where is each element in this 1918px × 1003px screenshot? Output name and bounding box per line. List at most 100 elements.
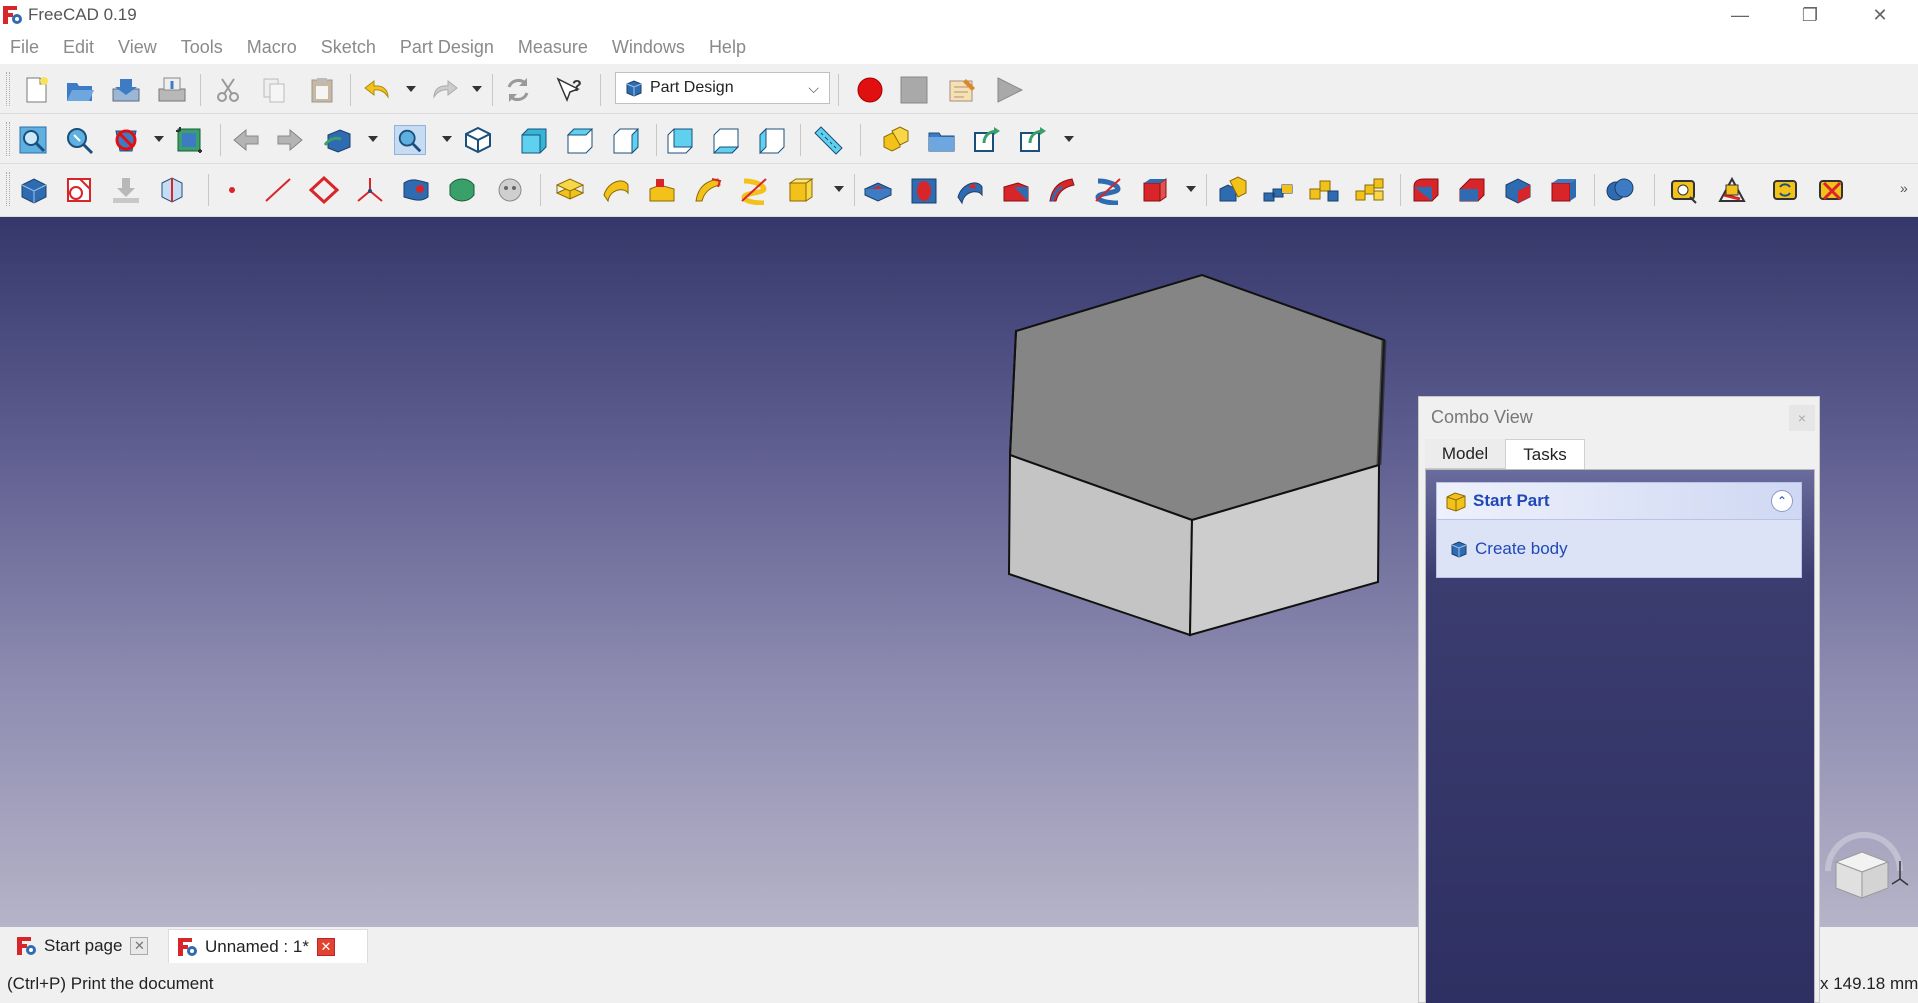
bottom-view-icon[interactable] — [710, 125, 742, 155]
tab-unnamed-document[interactable]: Unnamed : 1* ✕ — [168, 929, 368, 963]
datum-line-icon[interactable] — [262, 175, 294, 205]
menu-measure[interactable]: Measure — [518, 37, 588, 58]
menu-macro[interactable]: Macro — [247, 37, 297, 58]
draw-style-dropdown[interactable] — [154, 136, 164, 142]
link-icon[interactable] — [972, 125, 1004, 155]
menu-part-design[interactable]: Part Design — [400, 37, 494, 58]
create-sketch-icon[interactable] — [64, 175, 96, 205]
std-views-icon[interactable] — [322, 125, 354, 155]
measure-refresh-icon[interactable] — [1770, 175, 1802, 205]
subtractive-loft-icon[interactable] — [1000, 175, 1032, 205]
stop-macro-icon[interactable] — [898, 75, 930, 105]
boolean-icon[interactable] — [1604, 175, 1636, 205]
additive-helix-icon[interactable] — [738, 175, 770, 205]
tab-start-page[interactable]: Start page ✕ — [8, 929, 158, 963]
rear-view-icon[interactable] — [664, 125, 696, 155]
save-icon[interactable] — [110, 75, 142, 105]
subtractive-primitive-icon[interactable] — [1140, 175, 1172, 205]
zoom-dropdown[interactable] — [442, 136, 452, 142]
new-document-icon[interactable] — [20, 75, 52, 105]
subtractive-primitive-dropdown[interactable] — [1186, 186, 1196, 192]
copy-icon[interactable] — [258, 75, 290, 105]
redo-dropdown[interactable] — [472, 86, 482, 92]
group-icon[interactable] — [926, 125, 958, 155]
minimize-button[interactable]: — — [1705, 0, 1775, 30]
toolbar-overflow-icon[interactable]: » — [1900, 180, 1908, 196]
linear-pattern-icon[interactable] — [1262, 175, 1294, 205]
menu-help[interactable]: Help — [709, 37, 746, 58]
shape-binder-icon[interactable] — [156, 175, 188, 205]
link-actions-icon[interactable] — [1018, 125, 1050, 155]
close-tab-button[interactable]: ✕ — [130, 937, 149, 955]
close-panel-button[interactable]: × — [1789, 405, 1815, 431]
multi-transform-icon[interactable] — [1354, 175, 1386, 205]
undo-dropdown[interactable] — [406, 86, 416, 92]
pocket-icon[interactable] — [862, 175, 894, 205]
measure-clear-icon[interactable] — [1816, 175, 1848, 205]
additive-pipe-icon[interactable] — [692, 175, 724, 205]
additive-loft-icon[interactable] — [646, 175, 678, 205]
bounding-box-icon[interactable] — [174, 125, 206, 155]
local-cs-icon[interactable] — [354, 175, 386, 205]
execute-macro-icon[interactable] — [994, 75, 1026, 105]
menu-edit[interactable]: Edit — [63, 37, 94, 58]
validate-sketch-icon[interactable] — [110, 175, 142, 205]
isometric-icon[interactable] — [462, 125, 494, 155]
menu-sketch[interactable]: Sketch — [321, 37, 376, 58]
draft-icon[interactable] — [1502, 175, 1534, 205]
draw-style-icon[interactable] — [110, 125, 142, 155]
collapse-button[interactable]: ⌃ — [1771, 490, 1793, 512]
back-icon[interactable] — [230, 125, 262, 155]
link-actions-dropdown[interactable] — [1064, 136, 1074, 142]
create-body-link[interactable]: Create body — [1475, 539, 1568, 559]
tab-model[interactable]: Model — [1425, 439, 1505, 469]
datum-point-icon[interactable] — [216, 175, 248, 205]
menu-windows[interactable]: Windows — [612, 37, 685, 58]
polar-pattern-icon[interactable] — [1308, 175, 1340, 205]
macro-editor-icon[interactable] — [946, 75, 978, 105]
hole-icon[interactable] — [908, 175, 940, 205]
sub-shape-binder-icon[interactable] — [446, 175, 478, 205]
measure-linear-icon[interactable] — [1668, 175, 1700, 205]
forward-icon[interactable] — [274, 125, 306, 155]
paste-icon[interactable] — [306, 75, 338, 105]
toolbar-handle[interactable] — [6, 122, 10, 156]
save-as-icon[interactable] — [156, 75, 188, 105]
top-view-icon[interactable] — [564, 125, 596, 155]
sketch-shape-icon[interactable] — [494, 175, 526, 205]
measure-distance-icon[interactable] — [812, 125, 844, 155]
right-view-icon[interactable] — [610, 125, 642, 155]
redo-icon[interactable] — [428, 75, 460, 105]
undo-icon[interactable] — [362, 75, 394, 105]
clone-icon[interactable] — [400, 175, 432, 205]
fit-all-icon[interactable] — [18, 125, 50, 155]
additive-primitive-dropdown[interactable] — [834, 186, 844, 192]
groove-icon[interactable] — [954, 175, 986, 205]
subtractive-pipe-icon[interactable] — [1046, 175, 1078, 205]
menu-file[interactable]: File — [10, 37, 39, 58]
front-view-icon[interactable] — [518, 125, 550, 155]
left-view-icon[interactable] — [756, 125, 788, 155]
datum-plane-icon[interactable] — [308, 175, 340, 205]
std-views-dropdown[interactable] — [368, 136, 378, 142]
mirrored-icon[interactable] — [1216, 175, 1248, 205]
create-body-icon[interactable] — [18, 175, 50, 205]
thickness-icon[interactable] — [1548, 175, 1580, 205]
close-tab-button[interactable]: ✕ — [316, 937, 335, 956]
toolbar-handle[interactable] — [6, 72, 10, 106]
record-macro-icon[interactable] — [854, 75, 886, 105]
pad-icon[interactable] — [554, 175, 586, 205]
toolbar-handle[interactable] — [6, 172, 10, 206]
menu-tools[interactable]: Tools — [181, 37, 223, 58]
close-window-button[interactable]: ✕ — [1845, 0, 1915, 30]
navigation-cube[interactable] — [1818, 827, 1918, 927]
restore-button[interactable]: ❐ — [1775, 0, 1845, 30]
fit-selection-icon[interactable] — [64, 125, 96, 155]
tab-tasks[interactable]: Tasks — [1505, 439, 1585, 469]
menu-view[interactable]: View — [118, 37, 157, 58]
revolution-icon[interactable] — [600, 175, 632, 205]
measure-angular-icon[interactable] — [1716, 175, 1748, 205]
part-icon[interactable] — [880, 125, 912, 155]
cut-icon[interactable] — [212, 75, 244, 105]
chamfer-icon[interactable] — [1456, 175, 1488, 205]
